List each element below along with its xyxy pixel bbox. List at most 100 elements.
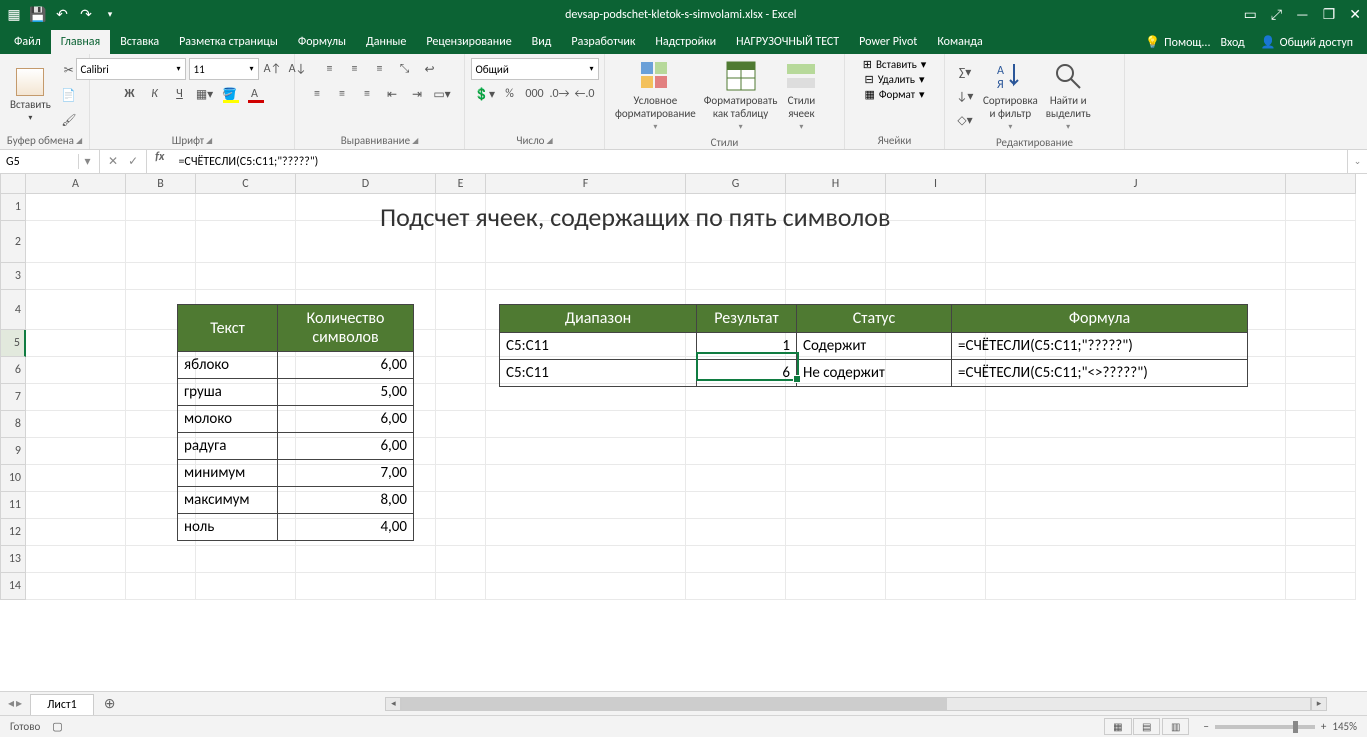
column-header-C[interactable]: C [196,174,296,194]
cell[interactable] [436,330,486,357]
cell[interactable] [436,290,486,330]
cell[interactable] [986,411,1286,438]
delete-cells-button[interactable]: ⊟ Удалить ▾ [865,73,925,86]
add-sheet-button[interactable]: ⊕ [94,695,126,712]
accounting-format-icon[interactable]: 💲▾ [474,83,496,105]
cell[interactable] [886,492,986,519]
insert-function-button[interactable]: fx [147,150,172,173]
expand-formula-bar-icon[interactable]: ⌄ [1347,150,1367,173]
ribbon-tab-вставка[interactable]: Вставка [110,30,169,54]
table2-cell-range[interactable]: C5:C11 [500,333,697,360]
table1-cell-count[interactable]: 6,00 [278,433,414,460]
ribbon-options-icon[interactable]: ▭ [1244,6,1257,23]
cell[interactable] [26,438,126,465]
cell[interactable] [26,357,126,384]
font-size-select[interactable]: 11▾ [189,58,259,80]
table1-cell-count[interactable]: 6,00 [278,352,414,379]
name-box[interactable] [0,155,78,169]
cell[interactable] [296,546,436,573]
bold-button[interactable]: Ж [119,83,141,105]
cell[interactable] [1286,519,1356,546]
row-header-9[interactable]: 9 [1,438,26,465]
cell[interactable] [296,263,436,290]
align-middle-icon[interactable]: ≡ [344,58,366,80]
table2-cell-result[interactable]: 1 [697,333,797,360]
cell[interactable] [1286,384,1356,411]
cell[interactable] [26,411,126,438]
align-top-icon[interactable]: ≡ [319,58,341,80]
table1-cell-text[interactable]: груша [178,379,278,406]
cell[interactable] [1286,290,1356,330]
column-header-E[interactable]: E [436,174,486,194]
table2-cell-formula[interactable]: =СЧЁТЕСЛИ(C5:C11;"<>?????") [952,360,1248,387]
cell[interactable] [1286,546,1356,573]
underline-button[interactable]: Ч [169,83,191,105]
close-icon[interactable]: ✕ [1349,6,1361,23]
row-header-12[interactable]: 12 [1,519,26,546]
format-painter-icon[interactable]: 🖌 [58,109,80,131]
row-header-10[interactable]: 10 [1,465,26,492]
cell[interactable] [986,546,1286,573]
cell[interactable] [26,330,126,357]
sheet-nav-next-icon[interactable]: ▸ [16,696,22,711]
table2-cell-status[interactable]: Не содержит [797,360,952,387]
cell[interactable] [986,438,1286,465]
cell[interactable] [296,573,436,600]
cell[interactable] [196,546,296,573]
ribbon-tab-разработчик[interactable]: Разработчик [561,30,645,54]
ribbon-tab-файл[interactable]: Файл [4,30,51,54]
cell[interactable] [686,438,786,465]
cell[interactable] [436,492,486,519]
align-right-icon[interactable]: ≡ [356,83,378,105]
cell[interactable] [1286,330,1356,357]
cell[interactable] [986,465,1286,492]
cell[interactable] [26,573,126,600]
cell[interactable] [786,263,886,290]
table1-cell-count[interactable]: 6,00 [278,406,414,433]
redo-icon[interactable]: ↷ [78,7,94,23]
cell[interactable] [26,384,126,411]
cell[interactable] [26,492,126,519]
align-bottom-icon[interactable]: ≡ [369,58,391,80]
borders-button[interactable]: ▦▾ [194,83,216,105]
row-header-7[interactable]: 7 [1,384,26,411]
enter-formula-icon[interactable]: ✓ [128,154,138,169]
cell[interactable] [1286,357,1356,384]
page-layout-view-button[interactable]: ▤ [1133,718,1160,735]
sort-filter-button[interactable]: AЯ Сортировкаи фильтр [979,58,1042,134]
cell[interactable] [686,384,786,411]
table1-cell-text[interactable]: минимум [178,460,278,487]
table2-cell-status[interactable]: Содержит [797,333,952,360]
alignment-dialog-launcher[interactable]: ◢ [412,136,418,146]
table1-cell-text[interactable]: молоко [178,406,278,433]
table1-cell-count[interactable]: 4,00 [278,514,414,541]
number-format-select[interactable]: Общий▾ [471,58,599,80]
cell[interactable] [786,411,886,438]
ribbon-tab-данные[interactable]: Данные [356,30,416,54]
table1-cell-text[interactable]: максимум [178,487,278,514]
cell[interactable] [786,546,886,573]
zoom-slider[interactable] [1215,725,1315,729]
sign-in-link[interactable]: Вход [1220,36,1244,50]
column-header-A[interactable]: A [26,174,126,194]
cell[interactable] [786,492,886,519]
cell[interactable] [486,263,686,290]
cell[interactable] [126,221,196,263]
column-header-F[interactable]: F [486,174,686,194]
table1-cell-count[interactable]: 8,00 [278,487,414,514]
cell[interactable] [1286,438,1356,465]
fill-icon[interactable]: ↓▾ [954,85,976,107]
row-header-6[interactable]: 6 [1,357,26,384]
clear-icon[interactable]: ◇▾ [954,109,976,131]
cell[interactable] [196,573,296,600]
cell[interactable] [886,519,986,546]
insert-cells-button[interactable]: ⊞ Вставить ▾ [863,58,927,71]
cell[interactable] [1286,194,1356,221]
restore-icon[interactable]: ❐ [1323,6,1336,23]
save-icon[interactable]: 💾 [30,7,46,23]
cell[interactable] [786,384,886,411]
cell[interactable] [436,465,486,492]
ribbon-tab-power pivot[interactable]: Power Pivot [849,30,927,54]
ribbon-tab-главная[interactable]: Главная [51,30,110,54]
cell[interactable] [1286,411,1356,438]
